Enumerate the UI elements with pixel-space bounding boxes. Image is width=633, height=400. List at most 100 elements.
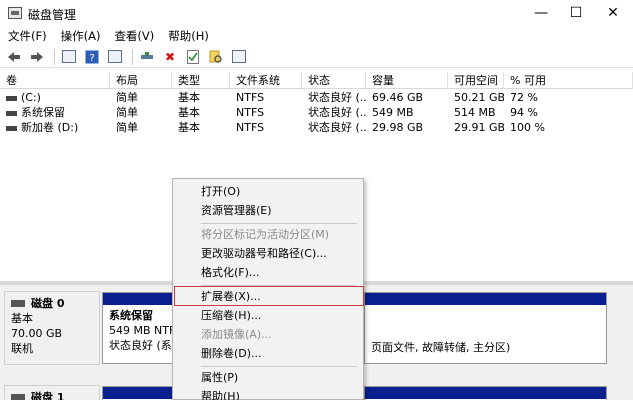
- partition-c[interactable]: 页面文件, 故障转储, 主分区): [364, 292, 607, 364]
- checklist-icon: [187, 49, 199, 64]
- volume-type: 基本: [178, 121, 200, 134]
- menu-format[interactable]: 格式化(F)...: [173, 263, 363, 282]
- menu-mark-active: 将分区标记为活动分区(M): [201, 228, 330, 241]
- volume-row[interactable]: 新加卷 (D:) 简单 基本 NTFS 状态良好 (... 29.98 GB 2…: [0, 120, 633, 135]
- partition-bar: [365, 387, 606, 399]
- list-view-icon: [232, 50, 246, 63]
- volume-capacity: 549 MB: [372, 106, 414, 119]
- disk-title: 磁盘 1: [11, 390, 93, 400]
- column-layout[interactable]: 布局: [110, 72, 172, 89]
- partition-bar: [103, 293, 173, 305]
- back-button[interactable]: [4, 48, 24, 66]
- forward-button[interactable]: [27, 48, 47, 66]
- volume-status: 状态良好 (...: [308, 106, 366, 119]
- volume-status: 状态良好 (...: [308, 121, 366, 134]
- volume-status: 状态良好 (...: [308, 91, 366, 104]
- menu-properties[interactable]: 属性(P): [173, 368, 363, 387]
- volume-percent-free: 94 %: [510, 106, 538, 119]
- partition-disk-1[interactable]: [102, 386, 174, 400]
- disk-0-label[interactable]: 磁盘 0 基本 70.00 GB 联机: [4, 291, 100, 365]
- disk-1-label[interactable]: 磁盘 1: [4, 385, 100, 400]
- help-icon: ?: [85, 50, 99, 64]
- svg-text:?: ?: [89, 53, 94, 64]
- column-percent-free[interactable]: % 可用: [504, 72, 633, 89]
- disk-status: 联机: [11, 342, 33, 355]
- connect-button[interactable]: [137, 48, 157, 66]
- menu-help[interactable]: 帮助(H): [173, 387, 363, 400]
- partition-status: 页面文件, 故障转储, 主分区): [371, 341, 511, 354]
- partition-detail: 549 MB NTFS: [109, 324, 173, 337]
- menu-open[interactable]: 打开(O): [173, 182, 363, 201]
- column-capacity[interactable]: 容量: [366, 72, 448, 89]
- volume-row[interactable]: 系统保留 简单 基本 NTFS 状态良好 (... 549 MB 514 MB …: [0, 105, 633, 120]
- show-hide-tree-button[interactable]: [59, 48, 79, 66]
- volume-list-header: 卷 布局 类型 文件系统 状态 容量 可用空间 % 可用: [0, 72, 633, 89]
- toolbar: ? ✖: [0, 46, 633, 68]
- arrow-right-icon: [31, 51, 43, 62]
- menu-action[interactable]: 操作(A): [61, 28, 101, 44]
- menu-separator: [201, 223, 357, 224]
- disk-title: 磁盘 0: [11, 296, 93, 311]
- disk-icon: [11, 300, 25, 307]
- volume-free-space: 29.91 GB: [454, 121, 504, 134]
- menu-change-drive-letter[interactable]: 更改驱动器号和路径(C)...: [173, 244, 363, 263]
- partition-disk-1-b[interactable]: [364, 386, 607, 400]
- volume-type: 基本: [178, 106, 200, 119]
- volume-filesystem: NTFS: [236, 106, 265, 119]
- check-button[interactable]: [183, 48, 203, 66]
- disk-icon: [11, 394, 25, 400]
- delete-icon: ✖: [164, 49, 176, 64]
- volume-row[interactable]: (C:) 简单 基本 NTFS 状态良好 (... 69.46 GB 50.21…: [0, 90, 633, 105]
- menu-view[interactable]: 查看(V): [114, 28, 154, 44]
- help-button[interactable]: ?: [82, 48, 102, 66]
- toolbar-divider: [54, 48, 55, 65]
- search-icon: [209, 50, 222, 63]
- column-free-space[interactable]: 可用空间: [448, 72, 504, 89]
- menu-help[interactable]: 帮助(H): [168, 28, 209, 44]
- toolbar-divider: [132, 48, 133, 65]
- partition-system-reserved[interactable]: 系统保留 549 MB NTFS 状态良好 (系统, 活动, 主分区): [102, 292, 174, 364]
- menu-delete-volume[interactable]: 删除卷(D)...: [173, 344, 363, 363]
- search-button[interactable]: [206, 48, 226, 66]
- properties-icon: [108, 50, 122, 63]
- volume-capacity: 69.46 GB: [372, 91, 424, 104]
- volume-free-space: 514 MB: [454, 106, 496, 119]
- volume-percent-free: 72 %: [510, 91, 538, 104]
- volume-icon: [6, 125, 17, 131]
- menu-extend-volume[interactable]: 扩展卷(X)...: [173, 287, 363, 306]
- menu-bar: 文件(F) 操作(A) 查看(V) 帮助(H): [0, 26, 633, 46]
- volume-layout: 简单: [116, 121, 138, 134]
- console-tree-icon: [62, 50, 76, 63]
- volume-capacity: 29.98 GB: [372, 121, 424, 134]
- volume-name: 系统保留: [0, 105, 110, 120]
- properties-button[interactable]: [105, 48, 125, 66]
- partition-info: 页面文件, 故障转储, 主分区): [365, 305, 606, 358]
- window-title: 磁盘管理: [28, 8, 77, 22]
- context-menu: 打开(O) 资源管理器(E) 将分区标记为活动分区(M) 更改驱动器号和路径(C…: [172, 178, 364, 400]
- disk-type: 基本: [11, 312, 33, 325]
- disk-management-icon: [8, 7, 22, 19]
- menu-shrink-volume[interactable]: 压缩卷(H)...: [173, 306, 363, 325]
- partition-name: 系统保留: [109, 309, 153, 322]
- column-filesystem[interactable]: 文件系统: [230, 72, 302, 89]
- partition-info: 系统保留 549 MB NTFS 状态良好 (系统, 活动, 主分区): [103, 305, 173, 356]
- volume-percent-free: 100 %: [510, 121, 545, 134]
- connect-icon: [141, 51, 153, 59]
- list-view-button[interactable]: [229, 48, 249, 66]
- column-status[interactable]: 状态: [302, 72, 366, 89]
- menu-separator: [201, 366, 357, 367]
- title-bar: 磁盘管理 — ☐ ✕: [0, 0, 633, 26]
- volume-free-space: 50.21 GB: [454, 91, 504, 104]
- column-volume[interactable]: 卷: [0, 72, 110, 89]
- menu-explorer[interactable]: 资源管理器(E): [173, 201, 363, 220]
- delete-button[interactable]: ✖: [160, 48, 180, 66]
- volume-icon: [6, 95, 17, 101]
- column-type[interactable]: 类型: [172, 72, 230, 89]
- partition-bar: [365, 293, 606, 305]
- volume-layout: 简单: [116, 106, 138, 119]
- menu-file[interactable]: 文件(F): [8, 28, 47, 44]
- partition-status: 状态良好 (系统, 活动, 主分区): [109, 339, 173, 352]
- volume-filesystem: NTFS: [236, 91, 265, 104]
- arrow-left-icon: [8, 51, 20, 62]
- close-button[interactable]: ✕: [590, 0, 633, 26]
